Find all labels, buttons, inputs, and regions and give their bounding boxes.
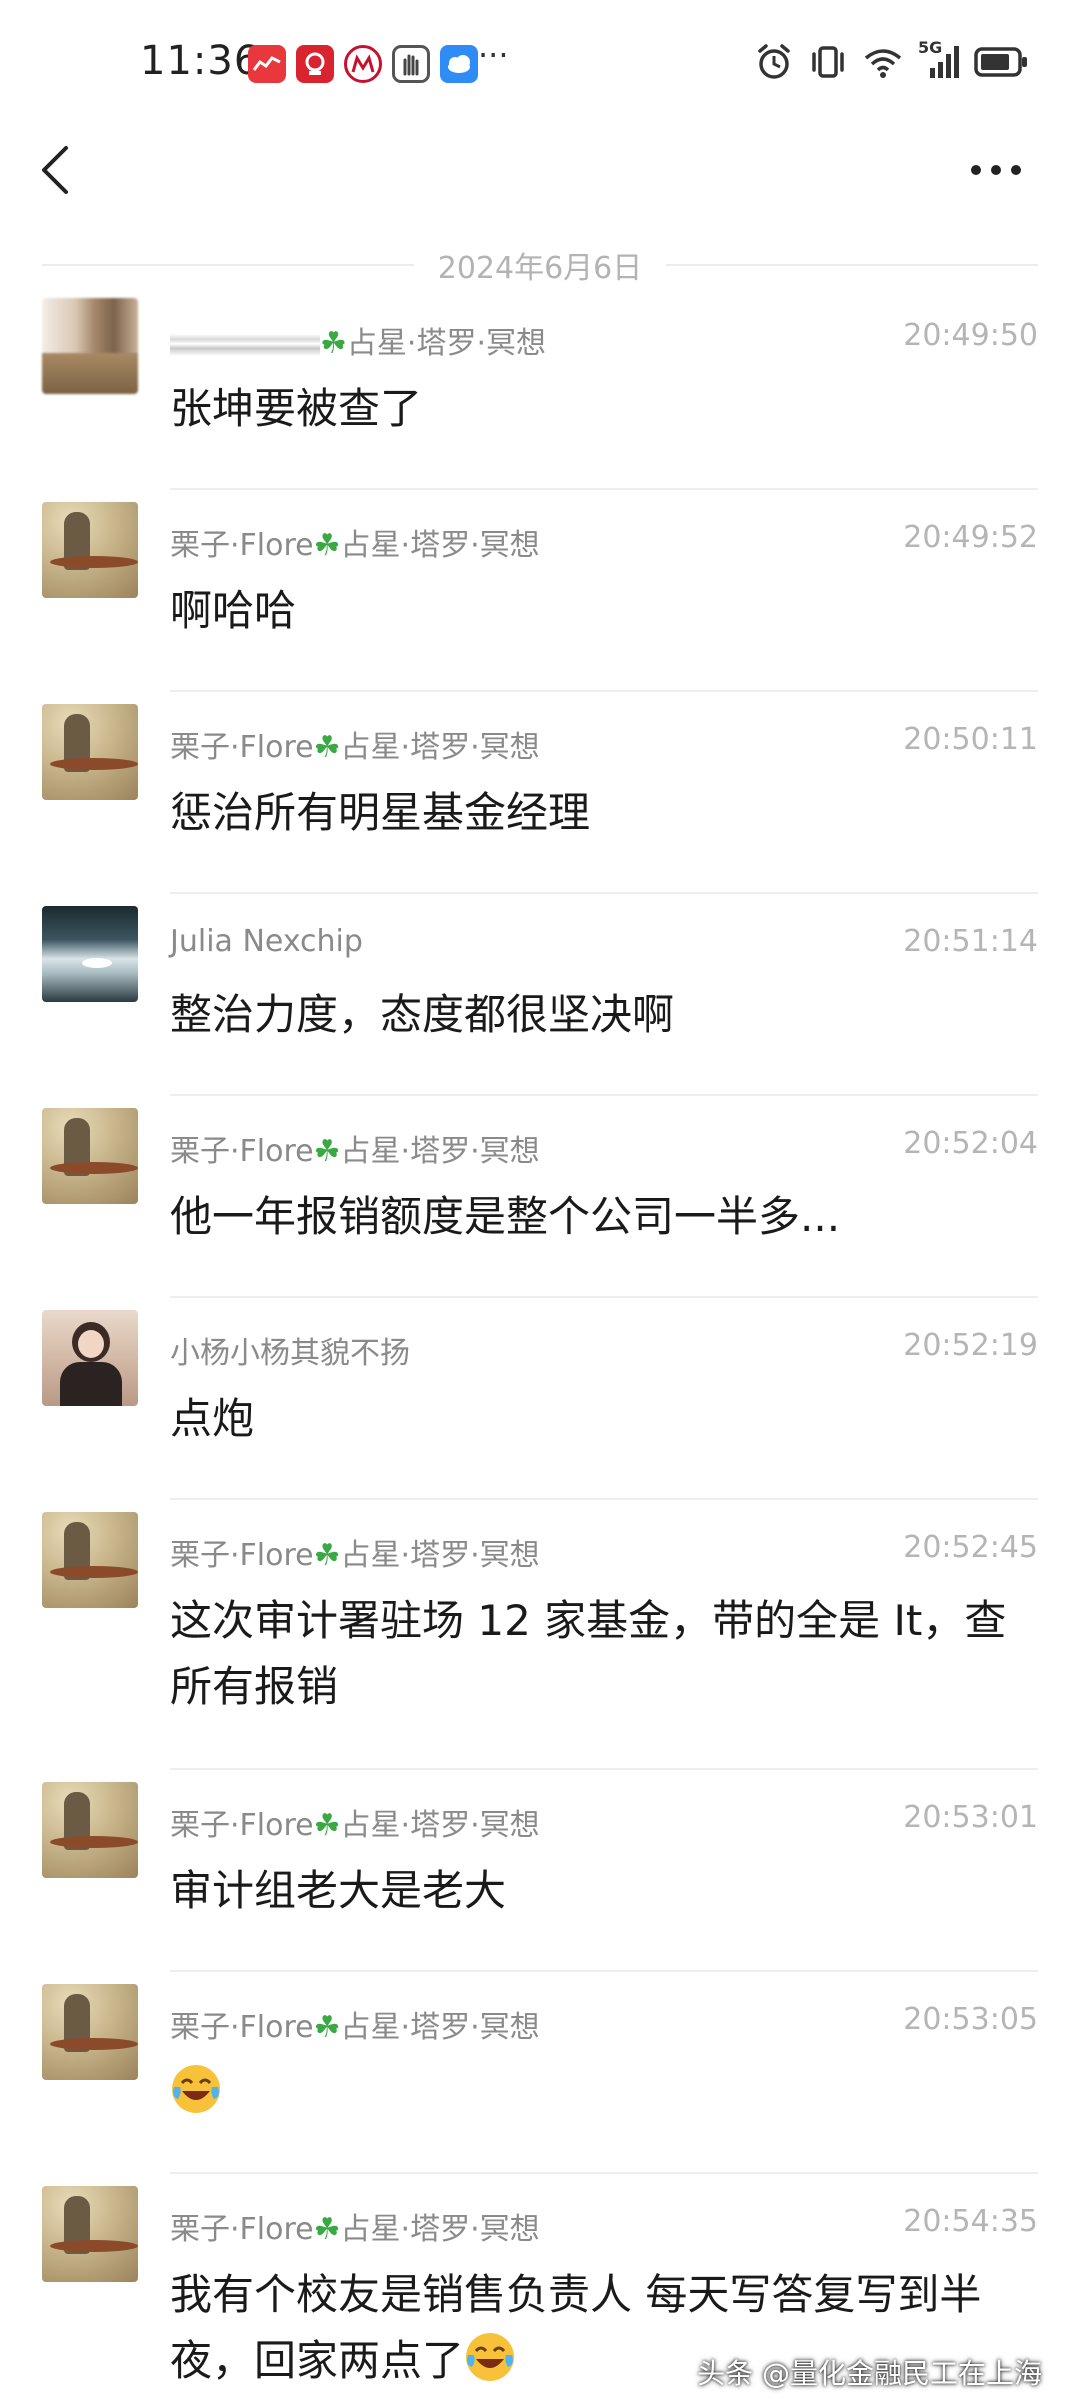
message-item[interactable]: 栗子·Flore☘占星·塔罗·冥想 20:52:04 他一年报销额度是整个公司一…: [0, 1108, 1080, 1298]
status-right-icons: 5G: [754, 38, 1030, 82]
message-text[interactable]: 他一年报销额度是整个公司一半多...: [170, 1184, 1030, 1250]
laugh-cry-emoji: [466, 2333, 515, 2381]
message-divider: [170, 892, 1038, 894]
sender-name: 小杨小杨其貌不扬: [170, 1336, 410, 1371]
message-text[interactable]: 啊哈哈: [170, 578, 1030, 644]
sender-name: ☘占星·塔罗·冥想: [170, 318, 546, 362]
message-divider: [170, 2172, 1038, 2174]
message-text[interactable]: 审计组老大是老大: [170, 1858, 1030, 1924]
avatar[interactable]: [42, 298, 138, 394]
avatar[interactable]: [42, 2186, 138, 2282]
sender-name: 栗子·Flore☘占星·塔罗·冥想: [170, 1134, 540, 1169]
message-time: 20:54:35: [903, 2204, 1038, 2239]
laugh-cry-emoji: [172, 2065, 220, 2113]
date-separator: 2024年6月6日: [42, 245, 1038, 286]
avatar[interactable]: [42, 502, 138, 598]
more-options-button[interactable]: [966, 150, 1026, 190]
message-item[interactable]: 栗子·Flore☘占星·塔罗·冥想 20:53:01 审计组老大是老大: [0, 1782, 1080, 1972]
message-item[interactable]: Julia Nexchip 20:51:14 整治力度，态度都很坚决啊: [0, 906, 1080, 1096]
message-time: 20:52:45: [903, 1530, 1038, 1565]
avatar[interactable]: [42, 1984, 138, 2080]
message-time: 20:51:14: [903, 924, 1038, 959]
sender-name: 栗子·Flore☘占星·塔罗·冥想: [170, 730, 540, 765]
message-time: 20:52:19: [903, 1328, 1038, 1363]
message-divider: [170, 1498, 1038, 1500]
message-time: 20:50:11: [903, 722, 1038, 757]
app-china-merchants-icon: [344, 45, 382, 83]
clover-icon: ☘: [313, 730, 341, 765]
signal-icon: 5G: [918, 38, 960, 82]
app-weather-icon: [440, 45, 478, 83]
app-red-2-icon: [296, 45, 334, 83]
avatar[interactable]: [42, 1512, 138, 1608]
message-time: 20:49:52: [903, 520, 1038, 555]
sender-name: 栗子·Flore☘占星·塔罗·冥想: [170, 1808, 540, 1843]
avatar[interactable]: [42, 1310, 138, 1406]
message-divider: [170, 1094, 1038, 1096]
battery-icon: [974, 47, 1027, 77]
status-bar: 11:36 ··· 5G: [0, 0, 1080, 130]
message-time: 20:49:50: [903, 318, 1038, 353]
avatar[interactable]: [42, 704, 138, 800]
clover-icon: ☘: [313, 1134, 341, 1169]
message-item[interactable]: 栗子·Flore☘占星·塔罗·冥想 20:49:52 啊哈哈: [0, 502, 1080, 692]
message-divider: [170, 690, 1038, 692]
clover-icon: ☘: [320, 326, 347, 361]
sender-name: Julia Nexchip: [170, 924, 363, 959]
sender-name: 栗子·Flore☘占星·塔罗·冥想: [170, 1538, 540, 1573]
message-divider: [170, 488, 1038, 490]
alarm-icon: [758, 44, 790, 79]
date-label: 2024年6月6日: [437, 251, 643, 286]
message-item[interactable]: 栗子·Flore☘占星·塔罗·冥想 20:53:05: [0, 1984, 1080, 2174]
back-button[interactable]: [36, 140, 86, 200]
message-text[interactable]: 惩治所有明星基金经理: [170, 780, 1030, 846]
status-more-indicator: ···: [478, 36, 509, 74]
chat-page: 11:36 ··· 5G 2024年6月6日 ☘占星·塔罗·冥想 20:49:5…: [0, 0, 1080, 2400]
vibrate-icon: [812, 46, 844, 78]
chevron-left-icon: [42, 146, 68, 194]
message-time: 20:53:05: [903, 2002, 1038, 2037]
avatar[interactable]: [42, 1782, 138, 1878]
message-text[interactable]: [170, 2060, 1030, 2126]
avatar[interactable]: [42, 1108, 138, 1204]
message-divider: [170, 1768, 1038, 1770]
clover-icon: ☘: [313, 528, 341, 563]
avatar[interactable]: [42, 906, 138, 1002]
watermark: 头条 @量化金融民工在上海: [697, 2357, 1042, 2390]
app-red-1-icon: [248, 45, 286, 83]
message-time: 20:53:01: [903, 1800, 1038, 1835]
clover-icon: ☘: [313, 1538, 341, 1573]
status-time: 11:36: [140, 38, 261, 84]
sender-name: 栗子·Flore☘占星·塔罗·冥想: [170, 2010, 540, 2045]
app-hand-icon: [392, 45, 430, 83]
wifi-icon: [864, 49, 902, 78]
message-item[interactable]: 栗子·Flore☘占星·塔罗·冥想 20:52:45 这次审计署驻场 12 家基…: [0, 1512, 1080, 1770]
clover-icon: ☘: [313, 2212, 341, 2247]
message-text[interactable]: 这次审计署驻场 12 家基金，带的全是 It，查所有报销: [170, 1588, 1010, 1720]
more-horizontal-icon: [971, 165, 1021, 175]
message-text[interactable]: 张坤要被查了: [170, 376, 1030, 442]
message-item[interactable]: 栗子·Flore☘占星·塔罗·冥想 20:50:11 惩治所有明星基金经理: [0, 704, 1080, 894]
blurred-name-bar: [170, 333, 320, 356]
clover-icon: ☘: [313, 2010, 341, 2045]
message-divider: [170, 1296, 1038, 1298]
sender-name: 栗子·Flore☘占星·塔罗·冥想: [170, 2212, 540, 2247]
message-text[interactable]: 整治力度，态度都很坚决啊: [170, 982, 1030, 1048]
message-divider: [170, 1970, 1038, 1972]
status-app-icons: [248, 45, 478, 83]
message-item[interactable]: 小杨小杨其貌不扬 20:52:19 点炮: [0, 1310, 1080, 1500]
clover-icon: ☘: [313, 1808, 341, 1843]
message-time: 20:52:04: [903, 1126, 1038, 1161]
message-item[interactable]: ☘占星·塔罗·冥想 20:49:50 张坤要被查了: [0, 298, 1080, 490]
sender-name: 栗子·Flore☘占星·塔罗·冥想: [170, 528, 540, 563]
message-text[interactable]: 点炮: [170, 1386, 1030, 1452]
